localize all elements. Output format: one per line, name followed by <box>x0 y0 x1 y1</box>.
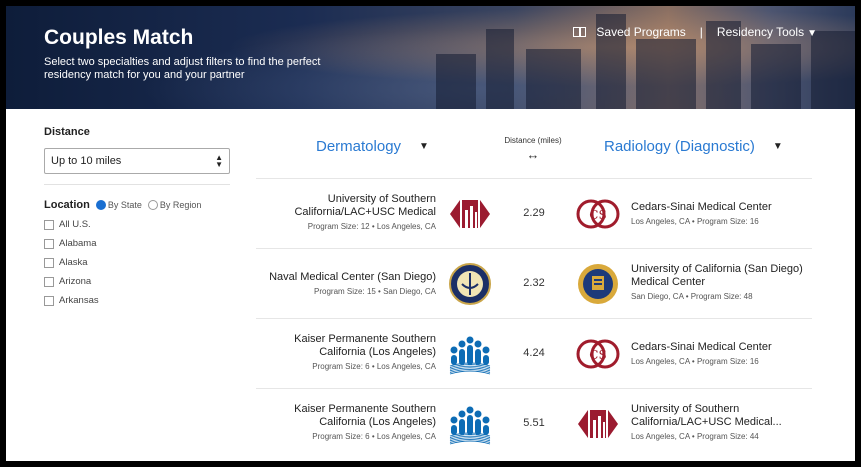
right-program-meta: Los Angeles, CA • Program Size: 44 <box>631 432 759 441</box>
match-row[interactable]: University of Southern California/LAC+US… <box>256 178 812 248</box>
right-program-meta: San Diego, CA • Program Size: 48 <box>631 292 753 301</box>
left-specialty-label: Dermatology <box>316 138 402 155</box>
left-program-meta: Program Size: 12 • Los Angeles, CA <box>307 222 436 231</box>
left-program-name: University of Southern California/LAC+US… <box>294 193 436 218</box>
left-program[interactable]: Kaiser Permanente Southern California (L… <box>256 403 436 441</box>
distance-select-value: Up to 10 miles <box>51 155 122 167</box>
right-program[interactable]: Cedars-Sinai Medical Center Los Angeles, … <box>631 201 811 226</box>
right-program-name: Cedars-Sinai Medical Center <box>631 201 772 213</box>
usc-logo <box>576 402 620 446</box>
left-program-meta: Program Size: 6 • Los Angeles, CA <box>312 432 436 441</box>
double-arrow-icon: ↔ <box>526 147 540 162</box>
right-specialty-select[interactable]: Radiology (Diagnostic) ▼ <box>604 138 783 155</box>
kaiser-logo <box>448 402 492 446</box>
state-checkbox[interactable]: Arizona <box>44 276 234 287</box>
right-program[interactable]: University of Southern California/LAC+US… <box>631 403 811 441</box>
distance-value: 5.51 <box>523 417 545 429</box>
location-mode: Location By State By Region <box>44 199 234 211</box>
svg-text:CS: CS <box>589 348 606 362</box>
left-program[interactable]: Naval Medical Center (San Diego) Program … <box>256 271 436 296</box>
header-nav: Saved Programs | Residency Tools ▼ <box>573 25 817 39</box>
state-checkbox[interactable]: Arkansas <box>44 295 234 306</box>
match-row[interactable]: Kaiser Permanente Southern California (L… <box>256 318 812 388</box>
right-program-name: Cedars-Sinai Medical Center <box>631 341 772 353</box>
uc-seal-logo <box>576 262 620 306</box>
left-program[interactable]: University of Southern California/LAC+US… <box>256 193 436 231</box>
checkbox-icon <box>44 257 54 268</box>
saved-programs-link[interactable]: Saved Programs <box>596 25 685 39</box>
state-label: Arizona <box>59 276 92 287</box>
right-program-name: University of California (San Diego) Med… <box>631 263 803 288</box>
distance-select[interactable]: Up to 10 miles ▲ ▼ <box>44 148 230 174</box>
state-checkbox[interactable]: Alabama <box>44 238 234 249</box>
radio-unselected-icon <box>147 200 158 211</box>
location-label: Location <box>44 199 90 211</box>
left-program[interactable]: Kaiser Permanente Southern California (L… <box>256 333 436 371</box>
kaiser-logo <box>448 332 492 376</box>
residency-tools-label: Residency Tools <box>716 25 805 39</box>
distance-value: 2.29 <box>523 207 545 219</box>
by-state-radio[interactable]: By State <box>95 199 142 211</box>
state-label: Arkansas <box>59 295 99 306</box>
right-program-name: University of Southern California/LAC+US… <box>631 403 782 428</box>
checkbox-icon <box>44 276 54 287</box>
left-program-name: Naval Medical Center (San Diego) <box>269 271 436 283</box>
distance-value: 4.24 <box>523 347 545 359</box>
right-program-meta: Los Angeles, CA • Program Size: 16 <box>631 357 759 366</box>
state-label: All U.S. <box>59 219 91 230</box>
left-program-name: Kaiser Permanente Southern California (L… <box>294 333 436 358</box>
divider <box>44 184 230 185</box>
triangle-down-icon: ▼ <box>419 141 429 152</box>
match-row[interactable]: Kaiser Permanente Southern California (L… <box>256 388 812 458</box>
book-icon <box>573 27 587 37</box>
state-label: Alaska <box>59 257 88 268</box>
triangle-down-icon: ▼ <box>807 28 817 39</box>
left-program-meta: Program Size: 15 • San Diego, CA <box>314 287 436 296</box>
state-label: Alabama <box>59 238 97 249</box>
residency-tools-menu[interactable]: Residency Tools ▼ <box>717 25 817 39</box>
distance-label: Distance <box>44 126 90 138</box>
svg-text:CS: CS <box>589 208 606 222</box>
triangle-down-icon: ▼ <box>772 141 783 152</box>
usc-logo <box>448 192 492 236</box>
nav-separator: | <box>699 25 703 39</box>
navy-seal-logo <box>448 262 492 306</box>
state-checkbox[interactable]: All U.S. <box>44 219 234 230</box>
right-program[interactable]: Cedars-Sinai Medical Center Los Angeles, … <box>631 341 811 366</box>
page-subtitle: Select two specialties and adjust filter… <box>44 56 321 81</box>
cedars-logo: CS <box>576 192 620 236</box>
hero-header: Couples Match Select two specialties and… <box>6 6 855 109</box>
checkbox-icon <box>44 219 54 230</box>
left-specialty-select[interactable]: Dermatology ▼ <box>316 138 429 155</box>
filter-sidebar: Distance Up to 10 miles ▲ ▼ Location By S… <box>44 126 234 306</box>
by-state-label: By State <box>107 199 142 210</box>
checkbox-icon <box>44 238 54 249</box>
left-program-meta: Program Size: 6 • Los Angeles, CA <box>312 362 436 371</box>
distance-column-label: Distance (miles) <box>504 136 562 145</box>
left-program-name: Kaiser Permanente Southern California (L… <box>294 403 436 428</box>
distance-column-header: Distance (miles) ↔ <box>502 136 564 162</box>
distance-value: 2.32 <box>523 277 545 289</box>
by-region-radio[interactable]: By Region <box>147 199 202 211</box>
radio-selected-icon <box>95 200 106 211</box>
by-region-label: By Region <box>159 199 202 210</box>
cedars-logo: CS <box>576 332 620 376</box>
right-specialty-label: Radiology (Diagnostic) <box>604 138 755 155</box>
page-title: Couples Match <box>44 26 194 49</box>
right-program[interactable]: University of California (San Diego) Med… <box>631 263 811 301</box>
right-program-meta: Los Angeles, CA • Program Size: 16 <box>631 217 759 226</box>
match-row[interactable]: Naval Medical Center (San Diego) Program … <box>256 248 812 318</box>
checkbox-icon <box>44 295 54 306</box>
state-checkbox[interactable]: Alaska <box>44 257 234 268</box>
app-frame: Couples Match Select two specialties and… <box>6 6 855 461</box>
state-checkbox-list: All U.S. Alabama Alaska Arizona Arkansas <box>44 219 234 306</box>
select-arrows-icon: ▲ ▼ <box>215 153 223 169</box>
